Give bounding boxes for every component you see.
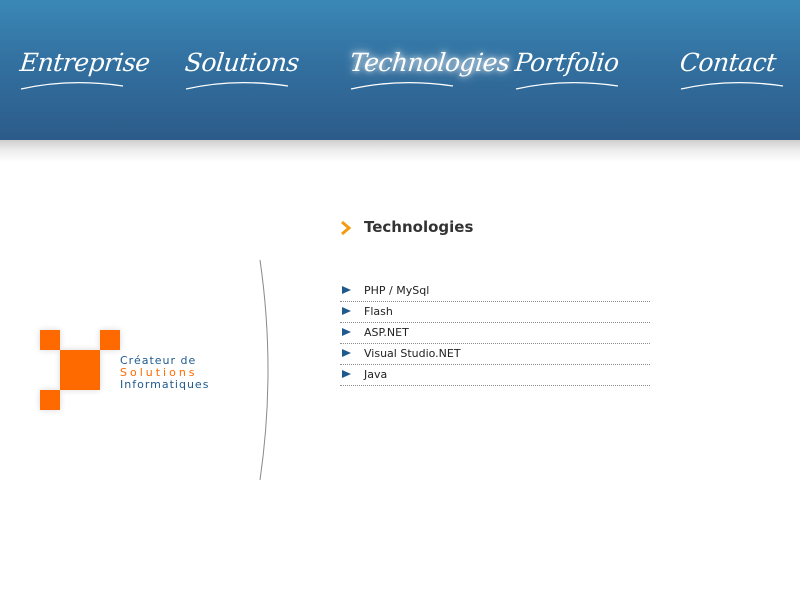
arrow-right-icon: [342, 328, 351, 336]
list-item[interactable]: ASP.NET: [340, 323, 650, 344]
arrow-right-icon: [342, 286, 351, 294]
logo-square: [40, 390, 60, 410]
logo-square: [100, 330, 120, 350]
list-item[interactable]: PHP / MySql: [340, 281, 650, 302]
list-item[interactable]: Visual Studio.NET: [340, 344, 650, 365]
technology-list: PHP / MySql Flash ASP.NET Visual Studio.…: [340, 281, 650, 386]
nav-item-entreprise[interactable]: Entreprise: [18, 48, 152, 96]
swoosh-underline: [185, 82, 289, 90]
arrow-right-icon: [342, 307, 351, 315]
swoosh-underline: [515, 82, 619, 90]
list-item-label: PHP / MySql: [364, 284, 430, 297]
nav-item-contact[interactable]: Contact: [678, 48, 800, 96]
arrow-right-icon: [342, 349, 351, 357]
nav-label: Contact: [678, 48, 778, 77]
nav-label: Entreprise: [18, 48, 152, 77]
swoosh-underline: [350, 82, 454, 90]
section-title: Technologies: [364, 218, 474, 236]
arrow-right-icon: [342, 370, 351, 378]
nav-label: Portfolio: [513, 48, 621, 77]
nav-label: Technologies: [348, 48, 511, 77]
divider-arc: [259, 259, 269, 481]
list-item[interactable]: Flash: [340, 302, 650, 323]
swoosh-underline: [680, 82, 784, 90]
nav-item-portfolio[interactable]: Portfolio: [513, 48, 645, 96]
nav-label: Solutions: [183, 48, 301, 77]
logo-square: [40, 330, 60, 350]
list-item-label: Java: [364, 368, 388, 381]
nav-item-solutions[interactable]: Solutions: [183, 48, 315, 96]
logo-text-line3: Informatiques: [120, 378, 210, 391]
nav-item-technologies[interactable]: Technologies: [348, 48, 511, 96]
header-shadow: [0, 140, 800, 162]
chevron-right-icon: [341, 221, 352, 235]
logo-square: [60, 350, 100, 390]
list-item-label: Visual Studio.NET: [364, 347, 461, 360]
swoosh-underline: [20, 82, 124, 90]
company-logo: Créateur de Solutions Informatiques: [28, 318, 238, 418]
list-item[interactable]: Java: [340, 365, 650, 386]
list-item-label: Flash: [364, 305, 393, 318]
list-item-label: ASP.NET: [364, 326, 409, 339]
